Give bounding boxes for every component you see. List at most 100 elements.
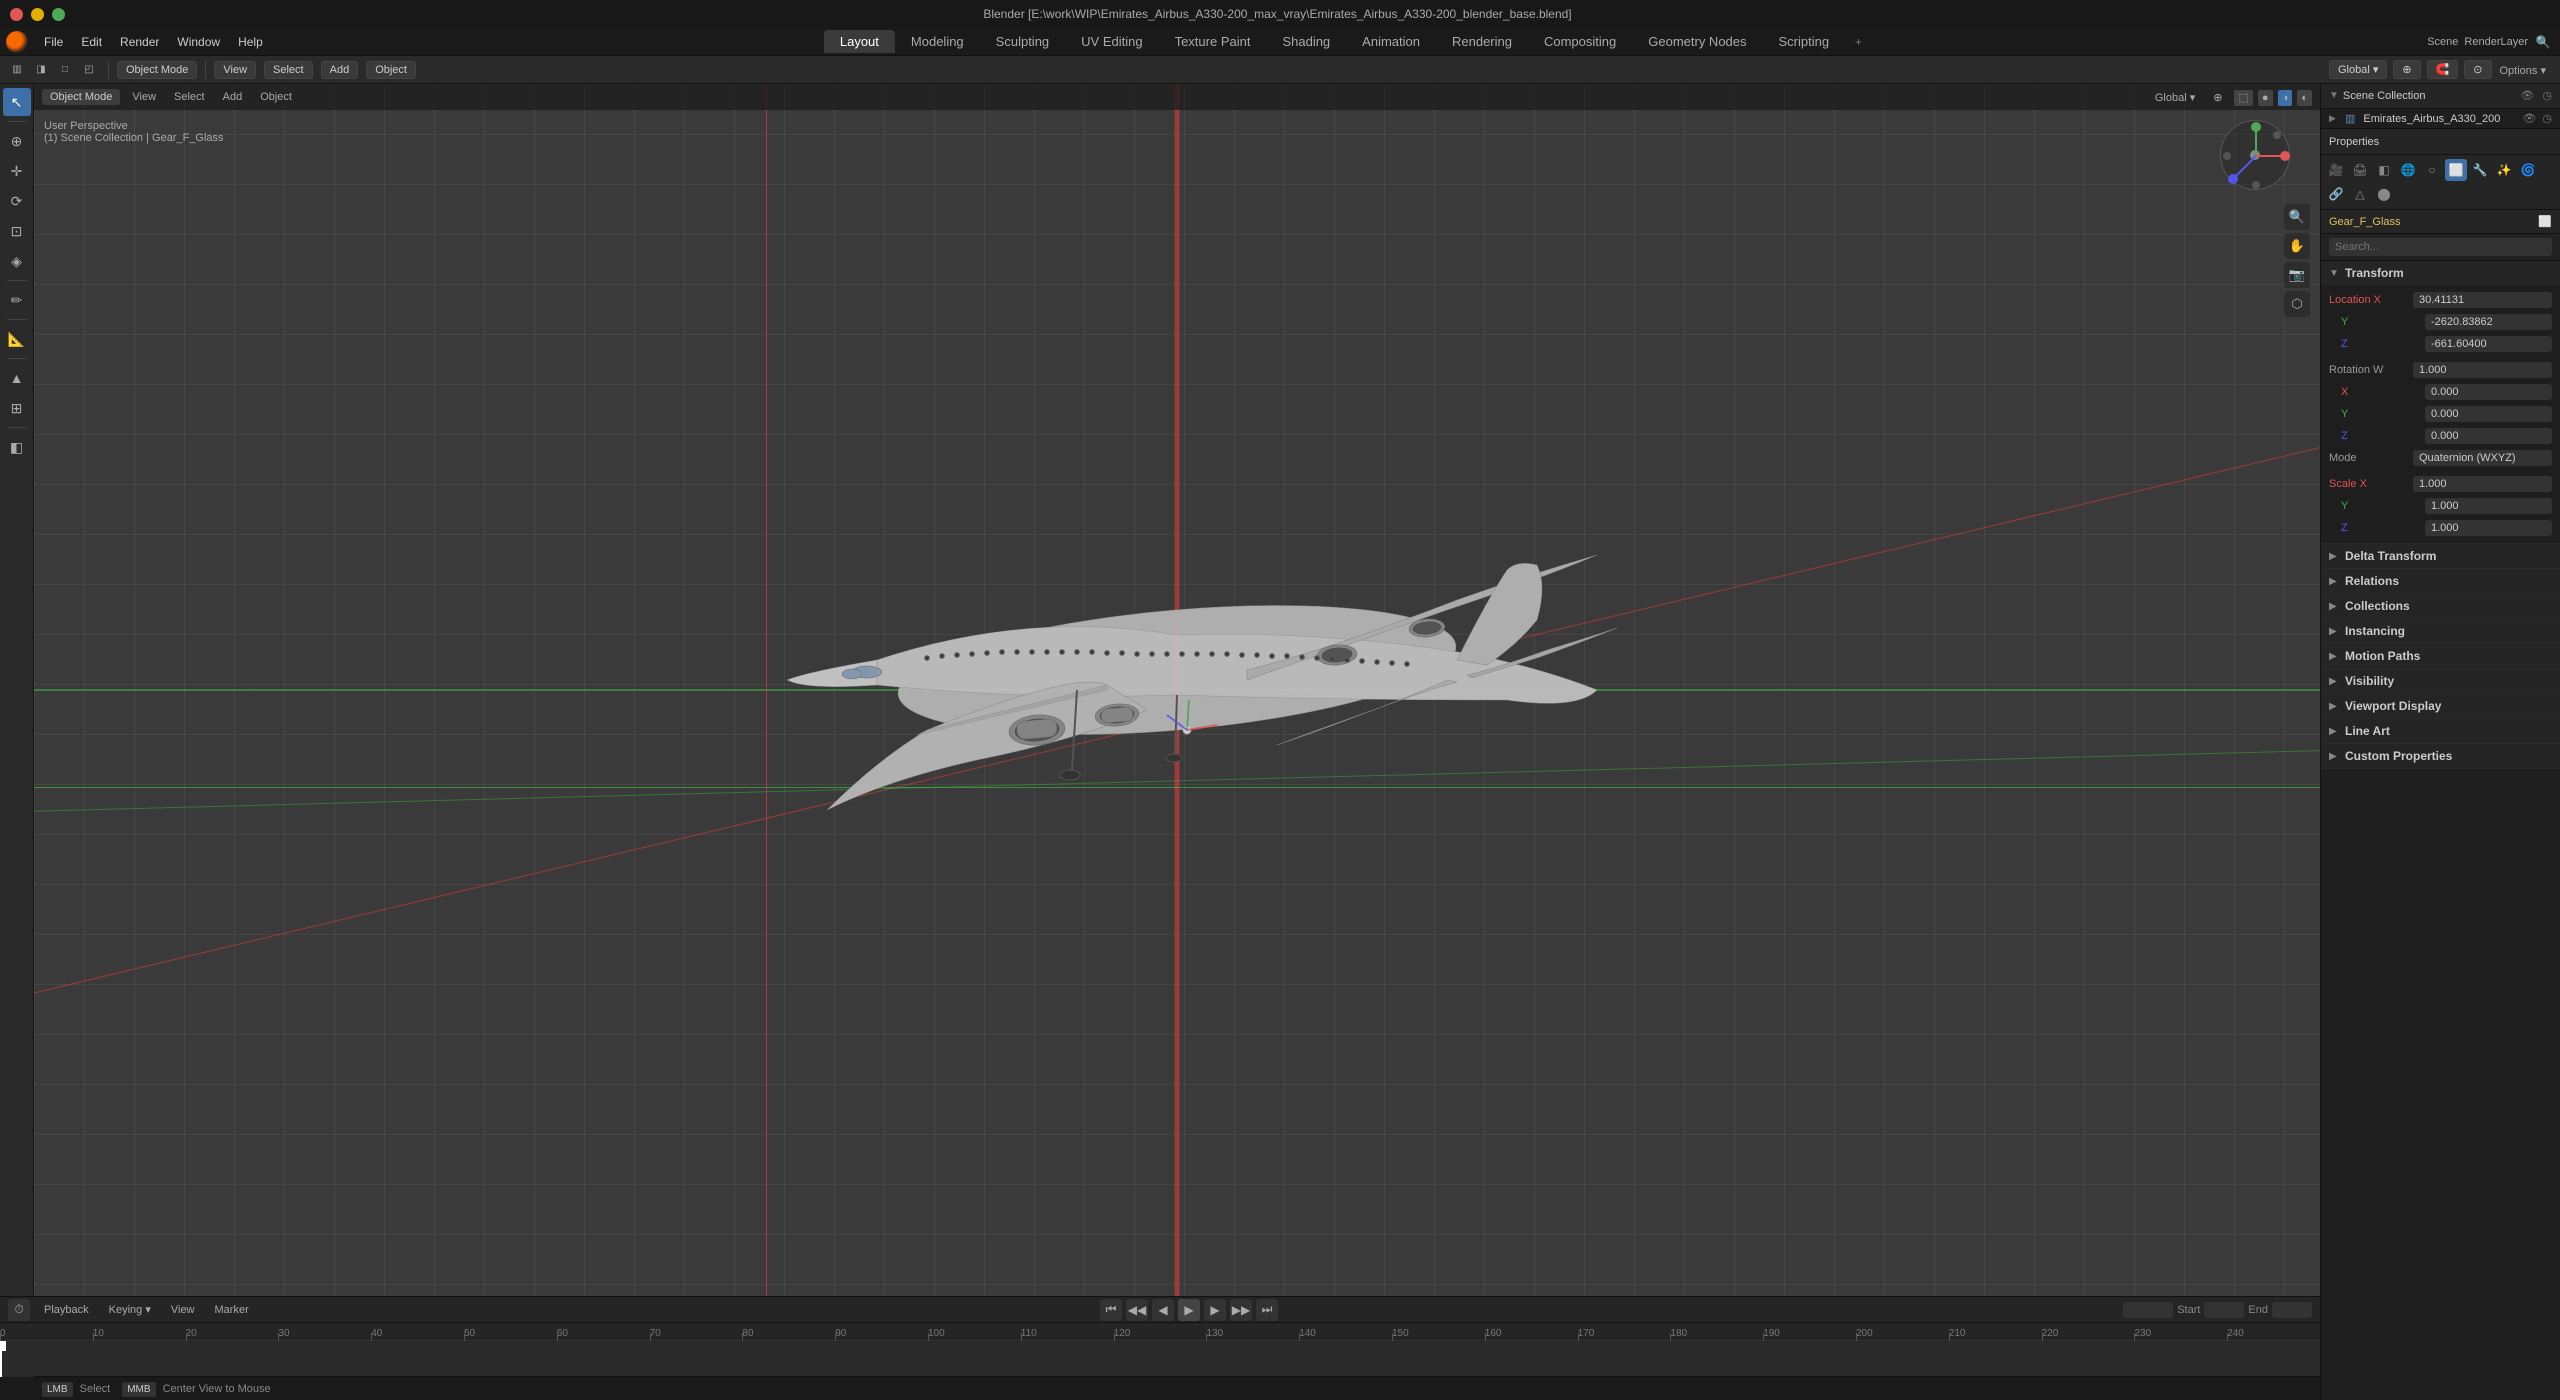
transform-snap[interactable]: 🧲 (2427, 60, 2459, 79)
tool-annotate[interactable]: ✏ (3, 286, 31, 314)
tool-select[interactable]: ↖ (3, 88, 31, 116)
tool-transform[interactable]: ◈ (3, 247, 31, 275)
tab-animation[interactable]: Animation (1346, 30, 1436, 53)
tool-cursor[interactable]: ⊕ (3, 127, 31, 155)
timeline-playback-menu[interactable]: Playback (38, 1302, 95, 1318)
visibility-header[interactable]: ▶ Visibility (2321, 669, 2560, 693)
collection-render-icon[interactable]: ◷ (2542, 112, 2552, 125)
tab-geometry-nodes[interactable]: Geometry Nodes (1632, 30, 1762, 53)
search-icon[interactable]: 🔍 (2534, 33, 2552, 51)
prop-object-icon[interactable]: ⬜ (2445, 159, 2467, 181)
timeline-view-menu[interactable]: View (165, 1302, 201, 1318)
relations-header[interactable]: ▶ Relations (2321, 569, 2560, 593)
tool-rotate[interactable]: ⟳ (3, 187, 31, 215)
window-controls[interactable] (10, 8, 65, 21)
prop-modifier-icon[interactable]: 🔧 (2469, 159, 2491, 181)
scene-collection-arrow[interactable]: ▼ (2329, 90, 2339, 101)
tool-move[interactable]: ✛ (3, 157, 31, 185)
tool-add[interactable]: ▲ (3, 364, 31, 392)
menu-help[interactable]: Help (230, 32, 271, 52)
btn-select[interactable]: Select (264, 61, 313, 79)
options-btn[interactable]: Options ▾ (2500, 63, 2555, 77)
prop-data-icon[interactable]: △ (2349, 183, 2371, 205)
tab-add-button[interactable]: + (1845, 31, 1872, 53)
transform-pivot[interactable]: ⊕ (2393, 60, 2420, 79)
motion-paths-header[interactable]: ▶ Motion Paths (2321, 644, 2560, 668)
tab-rendering[interactable]: Rendering (1436, 30, 1528, 53)
viewport-mode-btn[interactable]: Object Mode (42, 89, 120, 105)
viewport-global-btn[interactable]: Global ▾ (2149, 89, 2201, 106)
prop-physics-icon[interactable]: 🌀 (2517, 159, 2539, 181)
transform-section-header[interactable]: ▼ Transform (2321, 261, 2560, 285)
custom-properties-header[interactable]: ▶ Custom Properties (2321, 744, 2560, 768)
camera-icon[interactable]: 📷 (2284, 262, 2310, 288)
loc-y-value[interactable]: -2620.83862 (2425, 314, 2552, 330)
prop-output-icon[interactable]: 🖨 (2349, 159, 2371, 181)
collection-eye[interactable]: 👁 (2522, 112, 2536, 125)
tab-sculpting[interactable]: Sculpting (980, 30, 1065, 53)
timeline-marker-menu[interactable]: Marker (209, 1302, 255, 1318)
tab-compositing[interactable]: Compositing (1528, 30, 1632, 53)
rot-z-value[interactable]: 0.000 (2425, 428, 2552, 444)
instancing-header[interactable]: ▶ Instancing (2321, 619, 2560, 643)
rot-y-value[interactable]: 0.000 (2425, 406, 2552, 422)
proportional-edit[interactable]: ⊙ (2464, 60, 2491, 79)
timeline-icon[interactable]: ⏱ (8, 1299, 30, 1321)
mode-value[interactable]: Quaternion (WXYZ) (2413, 450, 2552, 466)
pan-icon[interactable]: ✋ (2284, 233, 2310, 259)
loc-x-value[interactable]: 30.41131 (2413, 292, 2552, 308)
tab-uv-editing[interactable]: UV Editing (1065, 30, 1158, 53)
maximize-button[interactable] (52, 8, 65, 21)
header-icon-2[interactable]: ◨ (30, 59, 52, 81)
jump-start-btn[interactable]: ⏮ (1100, 1299, 1122, 1321)
viewport-display-header[interactable]: ▶ Viewport Display (2321, 694, 2560, 718)
minimize-button[interactable] (31, 8, 44, 21)
gizmo-circle[interactable] (2220, 120, 2290, 190)
timeline-ruler[interactable]: 0 10 20 30 40 50 60 70 80 90 100 110 120… (0, 1323, 2320, 1377)
viewport-object-btn[interactable]: Object (254, 89, 298, 105)
viewport-select-btn[interactable]: Select (168, 89, 211, 105)
prop-particles-icon[interactable]: ✨ (2493, 159, 2515, 181)
btn-object[interactable]: Object (366, 61, 416, 79)
scale-y-value[interactable]: 1.000 (2425, 498, 2552, 514)
scale-z-value[interactable]: 1.000 (2425, 520, 2552, 536)
step-forward-btn[interactable]: ▶ (1204, 1299, 1226, 1321)
start-frame-input[interactable]: 1 (2204, 1302, 2244, 1318)
tab-modeling[interactable]: Modeling (895, 30, 980, 53)
jump-end-btn[interactable]: ⏭ (1256, 1299, 1278, 1321)
rot-x-value[interactable]: 0.000 (2425, 384, 2552, 400)
menu-edit[interactable]: Edit (73, 32, 110, 52)
prop-material-icon[interactable]: ⬤ (2373, 183, 2395, 205)
menu-file[interactable]: File (36, 32, 71, 52)
prop-view-layer-icon[interactable]: ◧ (2373, 159, 2395, 181)
collections-header[interactable]: ▶ Collections (2321, 594, 2560, 618)
tab-scripting[interactable]: Scripting (1763, 30, 1846, 53)
end-frame-input[interactable]: 250 (2272, 1302, 2312, 1318)
jump-next-keyframe-btn[interactable]: ▶▶ (1230, 1299, 1252, 1321)
scale-x-value[interactable]: 1.000 (2413, 476, 2552, 492)
viewport-snap-btn[interactable]: ⊕ (2207, 89, 2228, 106)
line-art-header[interactable]: ▶ Line Art (2321, 719, 2560, 743)
mode-dropdown[interactable]: Object Mode (117, 61, 197, 79)
prop-search-input[interactable] (2329, 238, 2552, 256)
jump-prev-keyframe-btn[interactable]: ◀◀ (1126, 1299, 1148, 1321)
delta-transform-header[interactable]: ▶ Delta Transform (2321, 544, 2560, 568)
tool-grease-pencil[interactable]: ⊞ (3, 394, 31, 422)
tab-texture-paint[interactable]: Texture Paint (1159, 30, 1267, 53)
step-back-btn[interactable]: ◀ (1152, 1299, 1174, 1321)
loc-z-value[interactable]: -661.60400 (2425, 336, 2552, 352)
tool-scale[interactable]: ⊡ (3, 217, 31, 245)
zoom-icon[interactable]: 🔍 (2284, 204, 2310, 230)
btn-add[interactable]: Add (321, 61, 359, 79)
close-button[interactable] (10, 8, 23, 21)
tab-layout[interactable]: Layout (824, 30, 895, 53)
tool-extra[interactable]: ◧ (3, 433, 31, 461)
play-btn[interactable]: ▶ (1178, 1299, 1200, 1321)
current-frame-input[interactable]: 1 (2123, 1302, 2173, 1318)
prop-world-icon[interactable]: ○ (2421, 159, 2443, 181)
viewport-add-btn[interactable]: Add (217, 89, 249, 105)
prop-constraints-icon[interactable]: 🔗 (2325, 183, 2347, 205)
transform-global[interactable]: Global ▾ (2329, 60, 2387, 79)
collection-item[interactable]: ▶ ▥ Emirates_Airbus_A330_200 👁 ◷ (2321, 109, 2560, 128)
scene-collection-eye[interactable]: 👁 (2520, 89, 2534, 102)
